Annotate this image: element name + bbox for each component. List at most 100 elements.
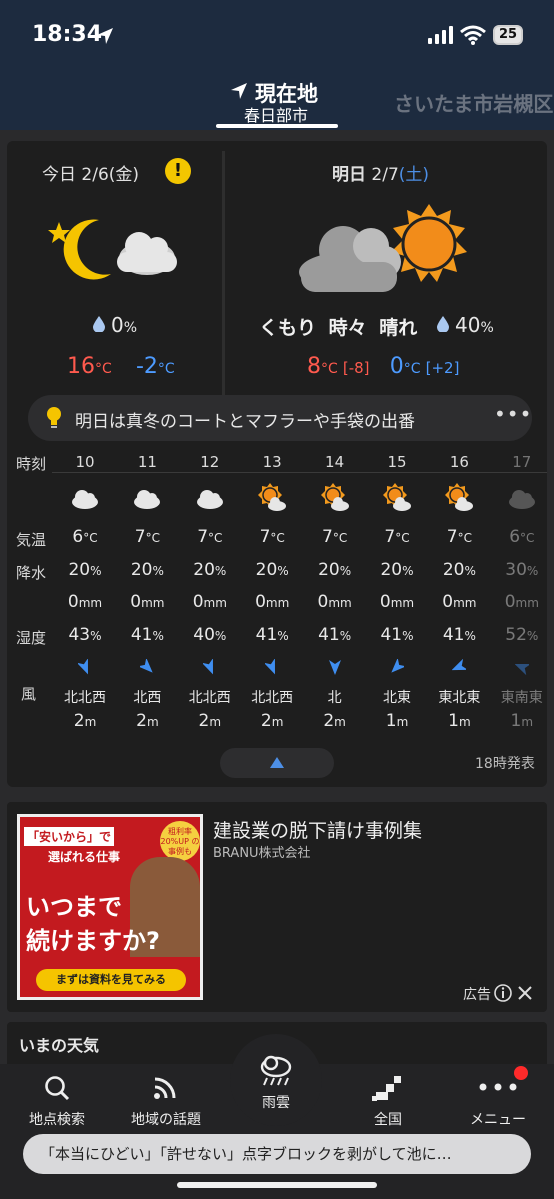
hour-humidity: 41% [130, 625, 164, 645]
hour-precip-amount: 0mm [504, 592, 539, 612]
search-icon [45, 1076, 70, 1101]
wind-arrow-icon [140, 659, 154, 673]
hour-temp: 7°C [259, 527, 285, 547]
wind-arrow-icon [514, 664, 529, 675]
tomorrow-date: 明日 2/7(土) [332, 165, 430, 185]
hour-wind-direction: 北 [327, 690, 342, 706]
hour-wind-direction: 東北東 [438, 690, 481, 706]
moon-cloud-icon [48, 219, 177, 280]
sun-cloud-icon [383, 483, 411, 511]
tab-other-city[interactable]: さいたま市岩槻区 [394, 88, 554, 117]
wind-arrow-icon [202, 659, 213, 675]
location-header: 現在地 春日部市 さいたま市岩槻区 [0, 70, 554, 130]
hour-temp: 7°C [197, 527, 223, 547]
hour-humidity: 41% [442, 625, 476, 645]
cloud-icon [508, 490, 535, 509]
ad-label: 広告 [463, 987, 491, 1003]
battery-indicator: 25 [493, 25, 523, 45]
row-label-temp: 気温 [16, 531, 47, 549]
forecast-card: 今日 2/6(金) ! 0% 16°C -2°C 明日 2/7(土) くもり 時… [7, 141, 547, 787]
hour-label: 10 [75, 453, 95, 471]
wind-arrow-icon [78, 659, 88, 675]
hour-label: 13 [262, 453, 282, 471]
hour-label: 11 [137, 453, 157, 471]
hour-humidity: 41% [380, 625, 414, 645]
hour-wind-direction: 北北西 [188, 690, 231, 706]
active-tab-underline [216, 124, 338, 128]
clothing-tip-text: 明日は真冬のコートとマフラーや手袋の出番 [75, 412, 415, 432]
hour-precip-prob: 20% [442, 560, 476, 580]
raindrop-icon [93, 316, 105, 332]
lightbulb-icon [47, 407, 61, 428]
wifi-icon [460, 25, 486, 45]
hour-wind-direction: 北北西 [64, 690, 106, 706]
hour-precip-amount: 0mm [192, 592, 227, 612]
hour-wind-direction: 北北西 [251, 690, 294, 706]
hour-wind-speed: 2m [73, 711, 97, 729]
ad-image[interactable]: 「安いから」で 選ばれる仕事 粗利率 20%UP の事例も いつまで 続けますか… [17, 814, 203, 1000]
ad-info-icon[interactable] [494, 984, 512, 1002]
hour-wind-speed: 2m [260, 711, 284, 729]
cloud-sun-icon [299, 204, 467, 292]
hour-precip-amount: 0mm [317, 592, 352, 612]
hourly-forecast-table[interactable]: 10 6°C 20% 0mm 43% 北北西 2m 11 7°C 20% 0mm 41% 北西 2m 12 7… [52, 447, 547, 729]
sun-cloud-icon [320, 483, 349, 511]
cloud-icon [134, 490, 161, 509]
tomorrow-forecast-text: くもり 時々 晴れ [259, 317, 418, 339]
hour-precip-amount: 0mm [67, 592, 103, 612]
cloud-icon [196, 490, 223, 509]
current-city-name: 春日部市 [244, 106, 309, 125]
issued-time: 18時発表 [475, 756, 535, 772]
tomorrow-precip: 40% [437, 313, 494, 337]
hour-precip-amount: 0mm [130, 592, 165, 612]
close-icon[interactable] [517, 985, 533, 1001]
row-label-humidity: 湿度 [16, 629, 47, 647]
news-ticker[interactable]: 「本当にひどい」「許せない」点字ブロックを剥がして池に… [23, 1134, 531, 1174]
wind-arrow-icon [452, 659, 467, 671]
more-options-button[interactable]: ••• [494, 402, 532, 426]
notification-badge [514, 1066, 528, 1080]
wind-arrow-icon [328, 660, 341, 675]
app-screen: 18:34 25 現在地 春日部市 さいたま市岩槻区 今日 2/6(金) ! 0… [0, 0, 554, 1199]
hour-humidity: 43% [68, 625, 102, 645]
ad-advertiser: BRANU株式会社 [213, 846, 311, 861]
clothing-tip-bar[interactable]: 明日は真冬のコートとマフラーや手袋の出番 ••• [28, 395, 532, 441]
more-dots-icon [479, 1083, 517, 1091]
row-label-wind: 風 [21, 685, 37, 703]
raindrop-icon [437, 316, 449, 332]
ad-title[interactable]: 建設業の脱下請け事例集 [213, 816, 422, 843]
collapse-button[interactable] [220, 748, 334, 778]
hour-precip-prob: 20% [255, 560, 289, 580]
row-label-time: 時刻 [16, 455, 47, 473]
hour-temp: 6°C [509, 527, 535, 547]
hour-wind-speed: 2m [198, 711, 222, 729]
location-arrow-icon [97, 28, 113, 44]
rain-cloud-icon [260, 1055, 292, 1086]
home-indicator [177, 1182, 377, 1188]
hour-humidity: 40% [193, 625, 227, 645]
hour-precip-prob: 30% [505, 560, 539, 580]
hour-humidity: 41% [318, 625, 352, 645]
cloud-icon [72, 490, 98, 509]
hour-precip-prob: 20% [193, 560, 227, 580]
today-date: 今日 2/6(金) [42, 165, 140, 185]
alert-icon[interactable]: ! [165, 158, 191, 184]
ad-card[interactable]: 「安いから」で 選ばれる仕事 粗利率 20%UP の事例も いつまで 続けますか… [7, 802, 547, 1012]
chevron-up-icon [270, 757, 284, 768]
hour-humidity: 41% [255, 625, 289, 645]
wind-arrow-icon [391, 659, 404, 673]
clock: 18:34 [32, 22, 103, 47]
hour-precip-prob: 20% [68, 560, 102, 580]
hour-wind-direction: 北西 [133, 690, 162, 706]
hour-label: 17 [512, 453, 532, 471]
japan-map-icon [372, 1076, 401, 1101]
hour-precip-amount: 0mm [255, 592, 290, 612]
hour-temp: 7°C [134, 527, 160, 547]
hour-label: 15 [387, 453, 407, 471]
hour-wind-speed: 2m [323, 711, 346, 729]
hour-wind-direction: 東南東 [500, 690, 543, 706]
hour-wind-speed: 1m [385, 711, 409, 729]
hour-precip-prob: 20% [380, 560, 414, 580]
sun-cloud-icon [445, 483, 474, 511]
hour-wind-speed: 1m [510, 711, 534, 729]
